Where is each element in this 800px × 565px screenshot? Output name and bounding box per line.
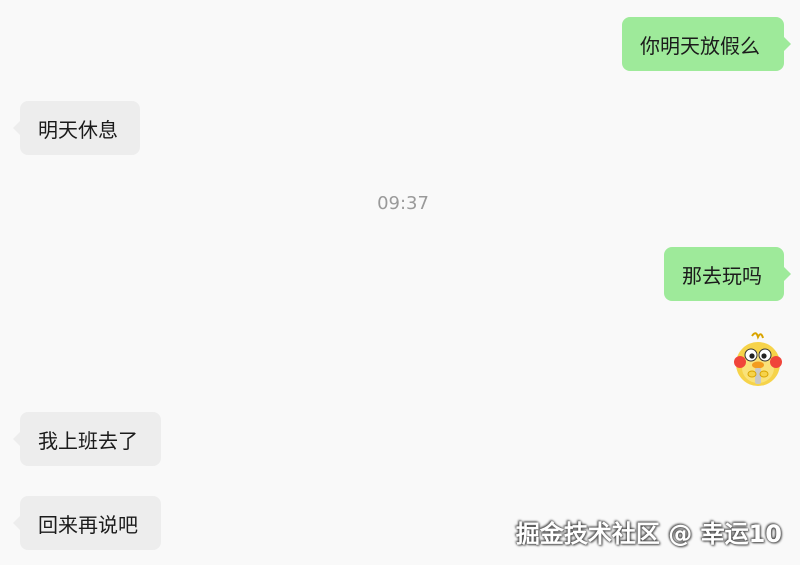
message-bubble-received[interactable]: 回来再说吧 <box>13 496 161 550</box>
message-text: 我上班去了 <box>38 428 138 453</box>
message-timestamp: 09:37 <box>377 193 429 214</box>
message-bubble-received[interactable]: 我上班去了 <box>13 412 161 466</box>
message-bubble-received[interactable]: 明天休息 <box>13 101 140 155</box>
message-text: 明天休息 <box>38 117 118 142</box>
message-text: 那去玩吗 <box>682 263 762 288</box>
message-text: 回来再说吧 <box>38 512 138 537</box>
message-bubble-sent[interactable]: 你明天放假么 <box>622 17 791 71</box>
watermark: 掘金技术社区 @ 幸运10 <box>515 520 782 548</box>
duck-sticker[interactable] <box>730 330 786 386</box>
message-bubble-sent[interactable]: 那去玩吗 <box>664 247 791 301</box>
duck-sticker-icon <box>734 332 782 386</box>
message-text: 你明天放假么 <box>640 33 760 58</box>
